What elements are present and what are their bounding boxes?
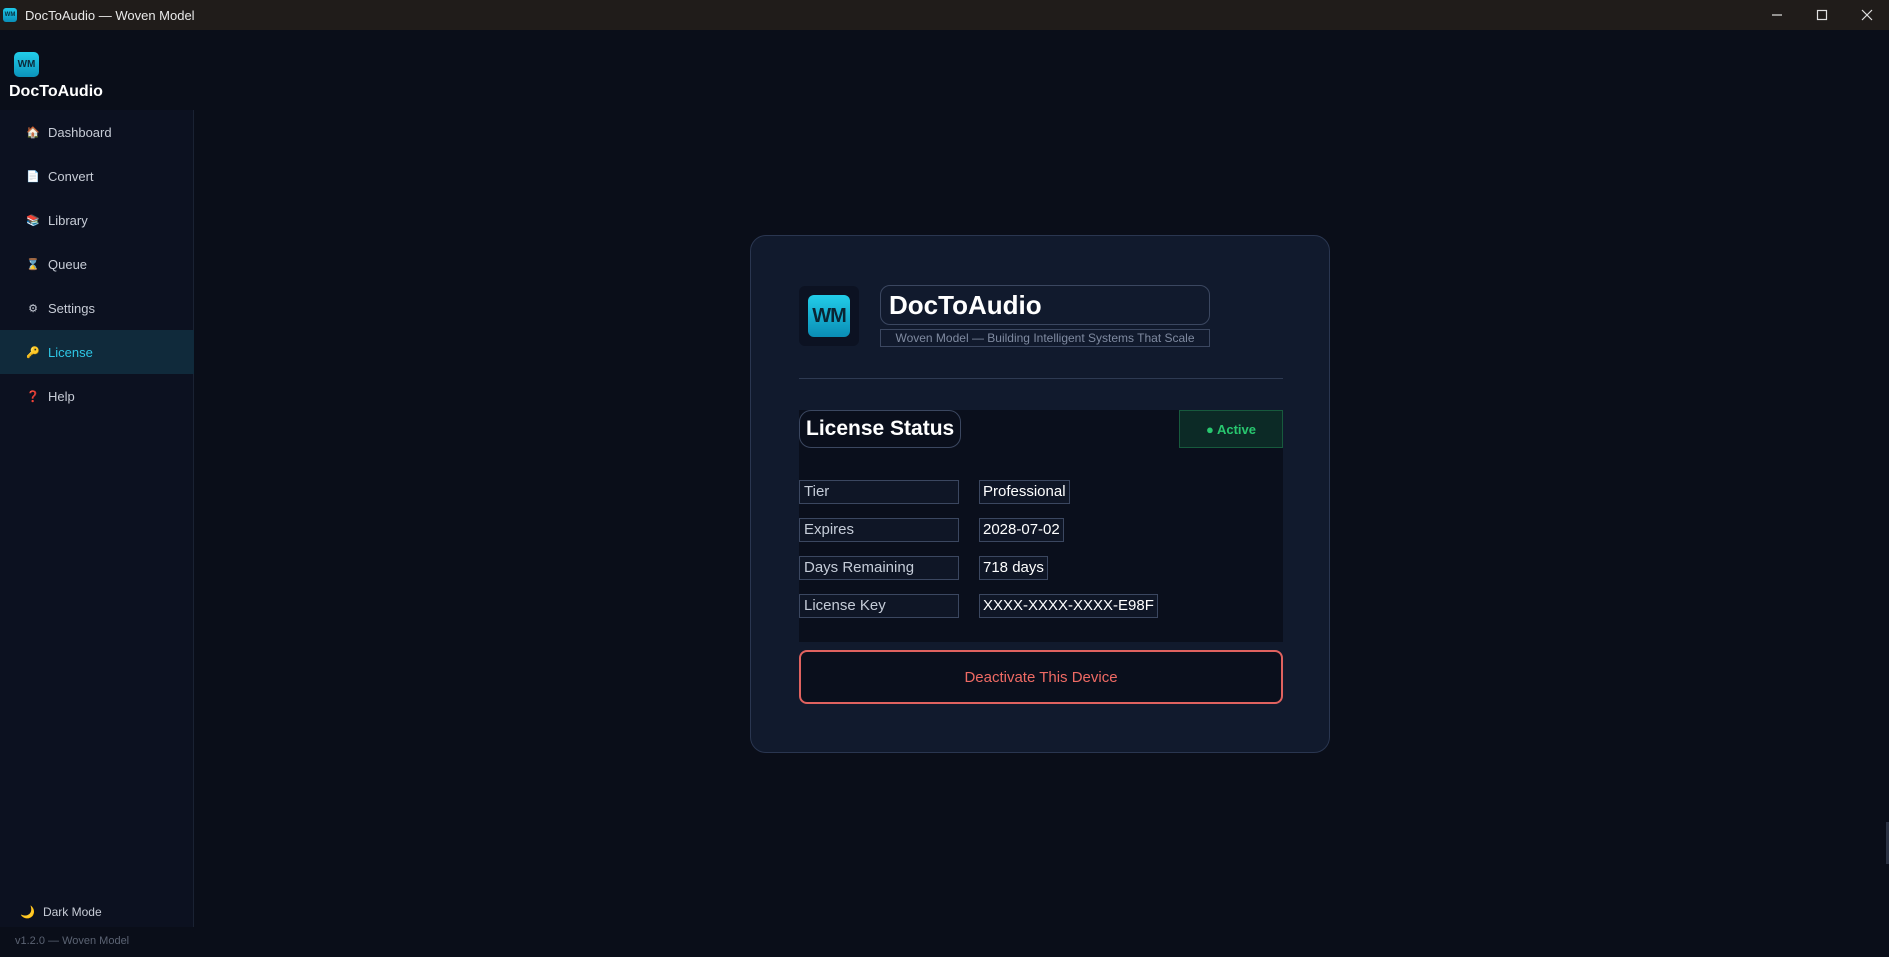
sidebar-item-label: Dashboard — [48, 124, 112, 140]
maximize-button[interactable] — [1799, 0, 1844, 30]
moon-icon: 🌙 — [20, 905, 35, 919]
sidebar-item-settings[interactable]: ⚙ Settings — [0, 286, 194, 330]
sidebar-item-label: Help — [48, 388, 75, 404]
brand-header: WM DocToAudio — [0, 30, 194, 110]
close-icon — [1861, 9, 1872, 21]
maximize-icon — [1816, 9, 1827, 21]
app-subtitle: Woven Model — Building Intelligent Syste… — [880, 329, 1210, 347]
license-status-title: License Status — [799, 410, 962, 448]
sidebar-item-label: Queue — [48, 256, 88, 272]
sidebar-item-library[interactable]: 📚 Library — [0, 198, 194, 242]
sidebar-item-queue[interactable]: ⌛ Queue — [0, 242, 194, 286]
sidebar-item-convert[interactable]: 📄 Convert — [0, 154, 194, 198]
sidebar-item-label: License — [48, 344, 93, 360]
minimize-icon — [1771, 14, 1782, 16]
brand-name: DocToAudio — [9, 83, 103, 100]
status-badge: ● Active — [1179, 410, 1283, 448]
brand-logo: WM — [14, 52, 39, 77]
expires-value: 2028-07-02 — [979, 518, 1064, 542]
tier-label: Tier — [799, 480, 959, 504]
books-icon: 📚 — [26, 214, 40, 227]
sidebar-nav: 🏠 Dashboard 📄 Convert 📚 Library ⌛ Queue … — [0, 110, 194, 418]
sidebar-item-label: Convert — [48, 168, 94, 184]
expires-label: Expires — [799, 518, 959, 542]
key-icon: 🔑 — [26, 346, 40, 359]
app-logo: WM — [799, 286, 859, 346]
license-status-panel: License Status ● Active Tier Professiona… — [799, 410, 1283, 642]
house-icon: 🏠 — [26, 126, 40, 139]
license-card: WM DocToAudio Woven Model — Building Int… — [750, 235, 1330, 753]
sidebar-item-label: Settings — [48, 300, 95, 316]
minimize-button[interactable] — [1754, 0, 1799, 30]
app-icon: WM — [3, 8, 17, 22]
sidebar-item-help[interactable]: ❓ Help — [0, 374, 194, 418]
app-title: DocToAudio — [880, 285, 1210, 325]
tier-value: Professional — [979, 480, 1070, 504]
sidebar-item-license[interactable]: 🔑 License — [0, 330, 194, 374]
days-remaining-value: 718 days — [979, 556, 1048, 580]
app-logo-mark: WM — [808, 295, 850, 337]
hourglass-icon: ⌛ — [26, 258, 40, 271]
window-controls — [1754, 0, 1889, 30]
sidebar: WM DocToAudio 🏠 Dashboard 📄 Convert 📚 Li… — [0, 30, 194, 927]
window-title: DocToAudio — Woven Model — [25, 7, 195, 23]
title-bar: WM DocToAudio — Woven Model — [0, 0, 1889, 30]
close-button[interactable] — [1844, 0, 1889, 30]
sidebar-item-label: Library — [48, 212, 88, 228]
divider — [799, 378, 1283, 379]
sidebar-item-dashboard[interactable]: 🏠 Dashboard — [0, 110, 194, 154]
dark-mode-toggle[interactable]: 🌙 Dark Mode — [20, 905, 102, 919]
days-remaining-label: Days Remaining — [799, 556, 959, 580]
version-label: v1.2.0 — Woven Model — [15, 935, 130, 947]
deactivate-device-button[interactable]: Deactivate This Device — [799, 650, 1283, 704]
license-key-label: License Key — [799, 594, 959, 618]
question-icon: ❓ — [26, 390, 40, 403]
gear-icon: ⚙ — [28, 302, 38, 315]
dark-mode-label: Dark Mode — [42, 905, 102, 919]
license-key-value: XXXX-XXXX-XXXX-E98F — [979, 594, 1158, 618]
document-icon: 📄 — [26, 170, 40, 183]
